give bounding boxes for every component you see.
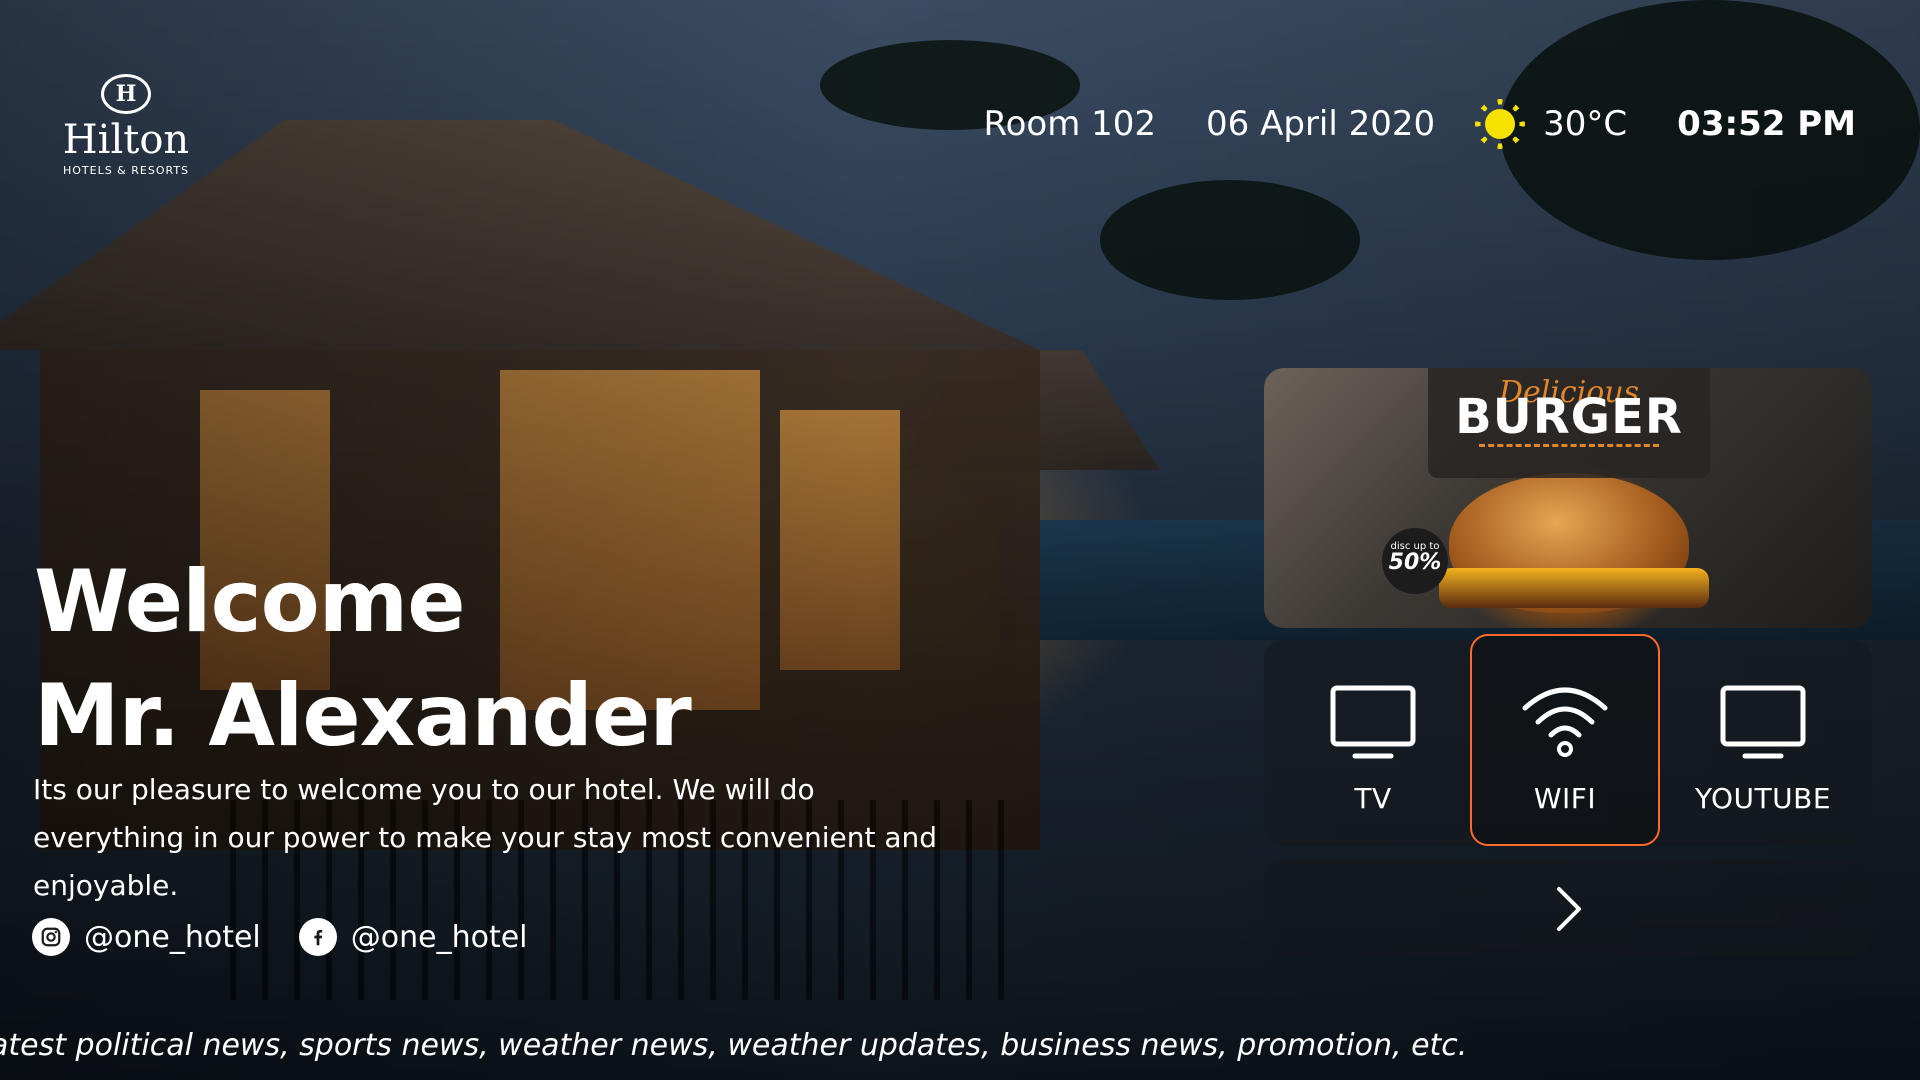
discount-value: 50% — [1388, 550, 1442, 575]
clock: 03:52 PM — [1677, 104, 1856, 144]
hilton-logo: H Hilton HOTELS & RESORTS — [56, 74, 196, 177]
facebook-handle: @one_hotel — [350, 919, 528, 955]
chevron-right-icon[interactable] — [1554, 886, 1584, 932]
app-tiles: TV WIFI YOUTUBE — [1264, 634, 1872, 846]
status-bar: Room 102 06 April 2020 30°C 03:52 PM — [984, 104, 1857, 144]
date: 06 April 2020 — [1206, 104, 1436, 144]
instagram-link[interactable]: @one_hotel — [32, 918, 261, 956]
room-number: Room 102 — [983, 104, 1157, 144]
promo-title: BURGER — [1455, 389, 1683, 445]
facebook-icon — [298, 918, 337, 956]
brand-tagline: HOTELS & RESORTS — [62, 164, 190, 177]
burger-image — [1439, 568, 1709, 608]
instagram-handle: @one_hotel — [84, 919, 261, 955]
logo-mark-icon: H — [101, 74, 151, 114]
sun-icon — [1485, 109, 1516, 139]
guest-name: Mr. Alexander — [34, 666, 692, 766]
instagram-icon — [32, 918, 70, 956]
brand-name: Hilton — [62, 117, 190, 163]
promo-title-box: Delicious BURGER — [1428, 368, 1710, 478]
discount-badge: disc up to 50% — [1382, 528, 1448, 594]
youtube-tile[interactable]: YOUTUBE — [1668, 640, 1858, 846]
wifi-icon — [1522, 687, 1608, 757]
temperature: 30°C — [1543, 104, 1628, 144]
wifi-tile[interactable]: WIFI — [1470, 634, 1660, 846]
welcome-heading: Welcome Mr. Alexander — [34, 545, 692, 773]
youtube-label: YOUTUBE — [1694, 782, 1832, 815]
promo-banner[interactable]: Delicious BURGER disc up to 50% — [1264, 368, 1872, 628]
welcome-message: Its our pleasure to welcome you to our h… — [33, 773, 938, 902]
tv-label: TV — [1354, 782, 1392, 815]
next-bar — [1264, 860, 1872, 956]
tv-icon — [1330, 685, 1416, 759]
wifi-label: WIFI — [1533, 782, 1597, 815]
tv-tile[interactable]: TV — [1278, 640, 1468, 846]
monitor-icon — [1720, 685, 1806, 759]
news-ticker: atest political news, sports news, weath… — [0, 1028, 1468, 1063]
social-links: @one_hotel @one_hotel — [32, 918, 566, 956]
facebook-link[interactable]: @one_hotel — [298, 918, 528, 956]
welcome-line: Welcome — [34, 552, 466, 652]
